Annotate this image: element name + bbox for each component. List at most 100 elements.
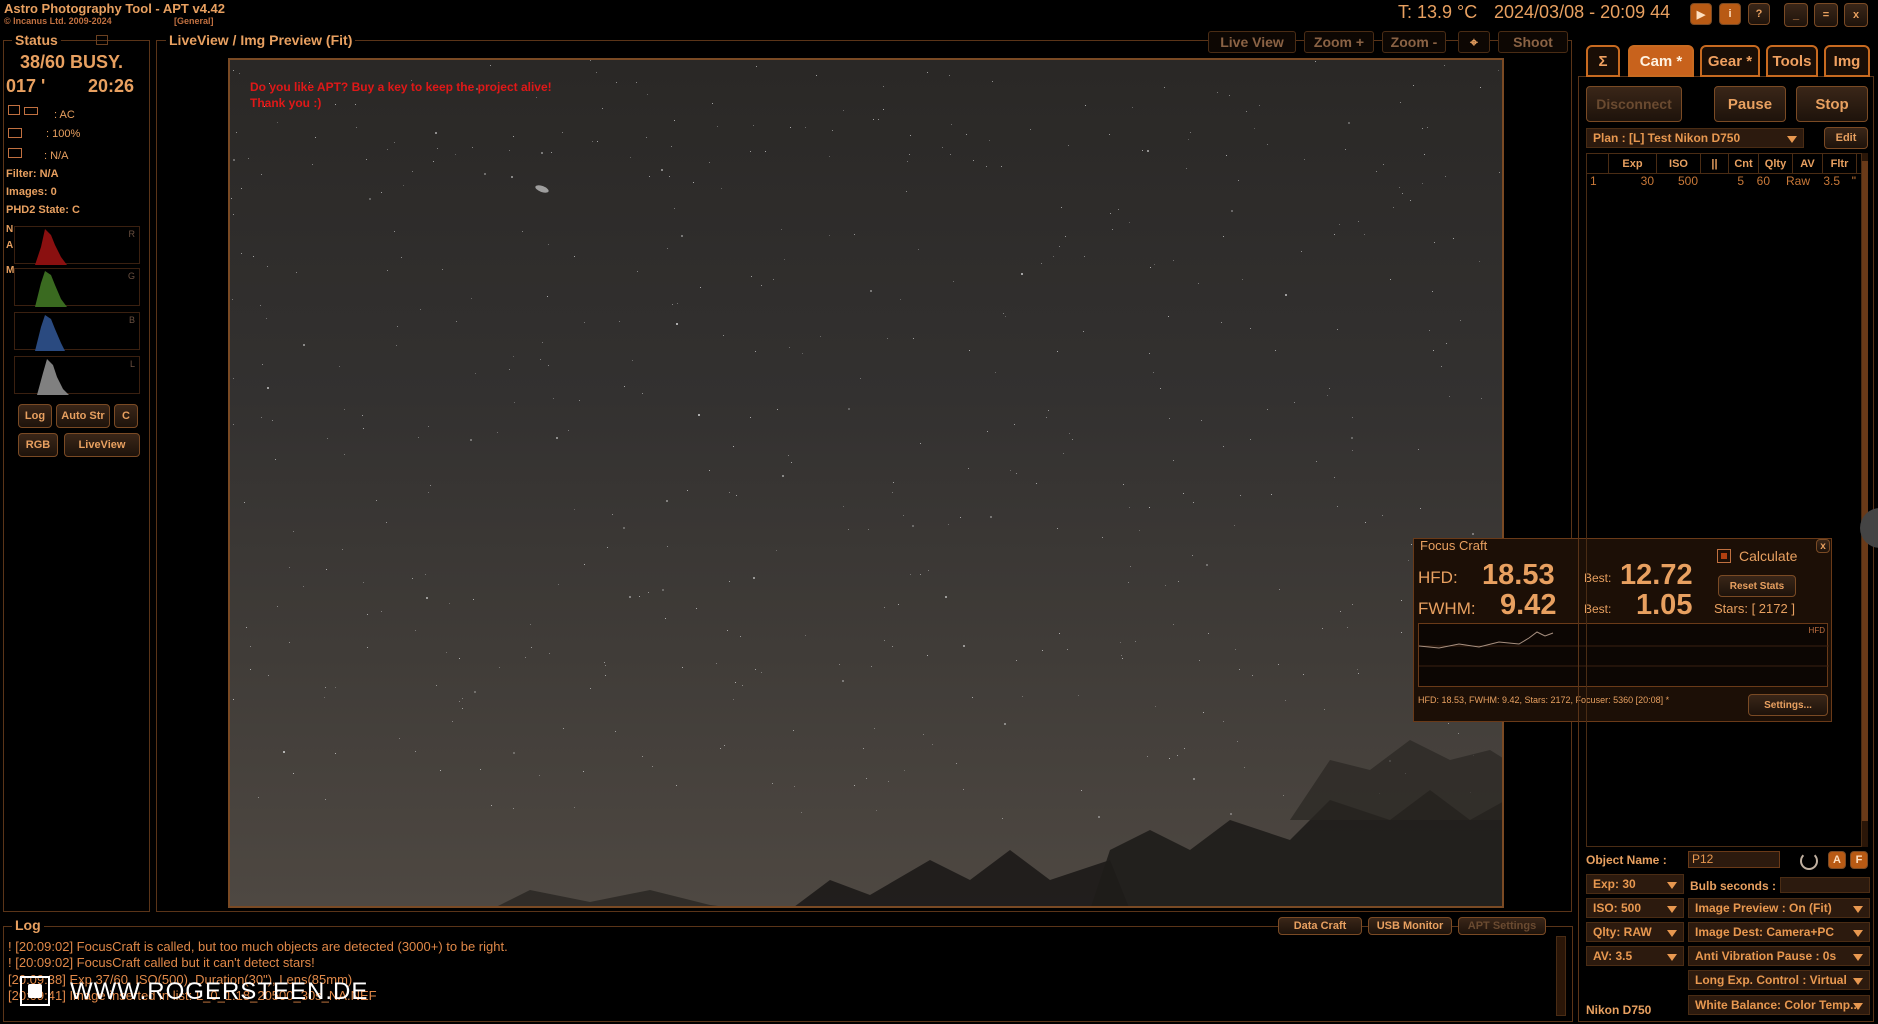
status-battery: : 100% (46, 128, 81, 140)
chevron-down-icon (1667, 930, 1677, 937)
plan-table: Exp ISO || Cnt Qlty AV Fltr 1 30 500 5 60 Raw 3.5 " (1586, 153, 1862, 847)
help-icon[interactable]: ? (1748, 3, 1770, 25)
plan-scrollbar[interactable] (1862, 153, 1868, 847)
object-name-input[interactable]: P12 (1688, 851, 1780, 868)
plan-cell: " (1851, 174, 1856, 188)
quality-select-value: Qlty: RAW (1593, 925, 1652, 939)
plan-select[interactable]: Plan : [L] Test Nikon D750 (1586, 128, 1804, 148)
bulb-label: Bulb seconds : (1690, 879, 1777, 893)
histogram-blue: B (14, 312, 140, 351)
fwhm-label: FWHM: (1418, 599, 1476, 618)
plan-header-cell: AV (1793, 154, 1823, 173)
bulb-input[interactable] (1780, 877, 1870, 893)
status-heading: Status (12, 32, 61, 48)
data-craft-button[interactable]: Data Craft (1278, 917, 1362, 935)
log-line: ! [20:09:02] FocusCraft called but it ca… (8, 955, 315, 970)
plan-edit-button[interactable]: Edit (1824, 127, 1868, 149)
tab-tools[interactable]: Tools (1766, 45, 1818, 77)
camera-name: Nikon D750 (1586, 1003, 1652, 1017)
close-icon[interactable]: x (1844, 3, 1868, 27)
minimize-icon[interactable]: _ (1784, 3, 1808, 27)
c-button[interactable]: C (114, 404, 138, 428)
tab-img[interactable]: Img (1824, 45, 1870, 77)
side-letter-a: A (6, 240, 14, 251)
tab-gear[interactable]: Gear * (1700, 45, 1760, 77)
usb-monitor-button[interactable]: USB Monitor (1368, 917, 1452, 935)
preview-heading: LiveView / Img Preview (Fit) (166, 32, 356, 48)
rgb-button[interactable]: RGB (18, 433, 58, 457)
disconnect-button[interactable]: Disconnect (1586, 86, 1682, 122)
app-title: Astro Photography Tool - APT v4.42 (4, 1, 226, 16)
apt-settings-button[interactable]: APT Settings (1458, 917, 1546, 935)
plan-select-value: Plan : [L] Test Nikon D750 (1593, 131, 1741, 145)
play-icon[interactable]: ▶ (1690, 3, 1712, 25)
chevron-down-icon (1667, 882, 1677, 889)
histogram-label-b: B (128, 315, 135, 325)
maximize-icon[interactable]: = (1814, 3, 1838, 27)
exp-select-value: Exp: 30 (1593, 877, 1636, 891)
chevron-down-icon (1853, 930, 1863, 937)
plug-icon (24, 107, 38, 115)
plan-header-cell (1587, 154, 1609, 173)
shoot-button[interactable]: Shoot (1498, 31, 1568, 53)
status-phd2: PHD2 State: C (6, 204, 80, 216)
long-exp-select[interactable]: Long Exp. Control : Virtual (1688, 970, 1870, 990)
zoom-out-button[interactable]: Zoom - (1382, 31, 1446, 53)
white-balance-select[interactable]: White Balance: Color Temp... (1688, 995, 1870, 1015)
av-select-value: AV: 3.5 (1593, 949, 1633, 963)
exp-select[interactable]: Exp: 30 (1586, 874, 1684, 894)
hfd-value: 18.53 (1482, 559, 1555, 591)
auto-stretch-button[interactable]: Auto Str (56, 404, 110, 428)
pause-button[interactable]: Pause (1714, 86, 1786, 122)
status-power: : AC (54, 109, 75, 121)
histogram-label-l: L (129, 359, 135, 369)
status-busy: 38/60 BUSY. (20, 52, 124, 72)
plan-cell: 5 (1737, 174, 1744, 188)
plan-cell: 3.5 (1823, 174, 1840, 188)
iso-select[interactable]: ISO: 500 (1586, 898, 1684, 918)
plan-header-cell: Exp (1609, 154, 1657, 173)
info-icon[interactable]: i (1719, 3, 1741, 25)
plan-header-cell: Qlty (1759, 154, 1793, 173)
plan-header-cell: || (1701, 154, 1729, 173)
object-a-button[interactable]: A (1828, 851, 1846, 869)
anti-vibration-select[interactable]: Anti Vibration Pause : 0s (1688, 946, 1870, 966)
plan-cell: 1 (1590, 174, 1597, 188)
mount-icon (8, 148, 22, 158)
liveview-toolbar-button[interactable]: Live View (1208, 31, 1296, 53)
nag-line-1: Do you like APT? Buy a key to keep the p… (250, 80, 552, 94)
tab-cam[interactable]: Cam * (1628, 45, 1694, 77)
log-button[interactable]: Log (18, 404, 52, 428)
image-dest-select[interactable]: Image Dest: Camera+PC (1688, 922, 1870, 942)
plan-header-cell: ISO (1657, 154, 1701, 173)
log-line: ! [20:09:02] FocusCraft is called, but t… (8, 939, 508, 954)
plan-header-cell: Cnt (1729, 154, 1759, 173)
log-scrollbar[interactable] (1556, 936, 1566, 1016)
histogram-label-g: G (127, 271, 135, 281)
object-f-button[interactable]: F (1850, 851, 1868, 869)
preview-image[interactable]: Do you like APT? Buy a key to keep the p… (228, 58, 1504, 908)
stop-button[interactable]: Stop (1796, 86, 1868, 122)
refresh-icon[interactable] (1800, 852, 1818, 870)
image-preview-select[interactable]: Image Preview : On (Fit) (1688, 898, 1870, 918)
histogram-luminance: L (14, 356, 140, 395)
quality-select[interactable]: Qlty: RAW (1586, 922, 1684, 942)
crosshair-icon[interactable]: ⌖ (1458, 31, 1490, 53)
plan-cell: 60 (1756, 174, 1770, 188)
long-exp-value: Long Exp. Control : Virtual (1695, 973, 1847, 987)
status-other: : N/A (44, 150, 69, 162)
focus-title: Focus Craft (1420, 538, 1488, 553)
table-row[interactable]: 1 30 500 5 60 Raw 3.5 " (1587, 174, 1861, 192)
zoom-in-button[interactable]: Zoom + (1304, 31, 1374, 53)
white-balance-value: White Balance: Color Temp... (1695, 998, 1861, 1012)
status-collapse-icon[interactable] (96, 35, 108, 45)
anti-vibration-value: Anti Vibration Pause : 0s (1695, 949, 1837, 963)
tab-sigma[interactable]: Σ (1586, 45, 1620, 77)
chevron-down-icon (1853, 978, 1863, 985)
liveview-button[interactable]: LiveView (64, 433, 140, 457)
log-heading: Log (12, 917, 44, 933)
av-select[interactable]: AV: 3.5 (1586, 946, 1684, 966)
histogram-red: R (14, 226, 140, 265)
chevron-down-icon (1853, 1003, 1863, 1010)
temperature: T: 13.9 °C (1398, 2, 1478, 22)
